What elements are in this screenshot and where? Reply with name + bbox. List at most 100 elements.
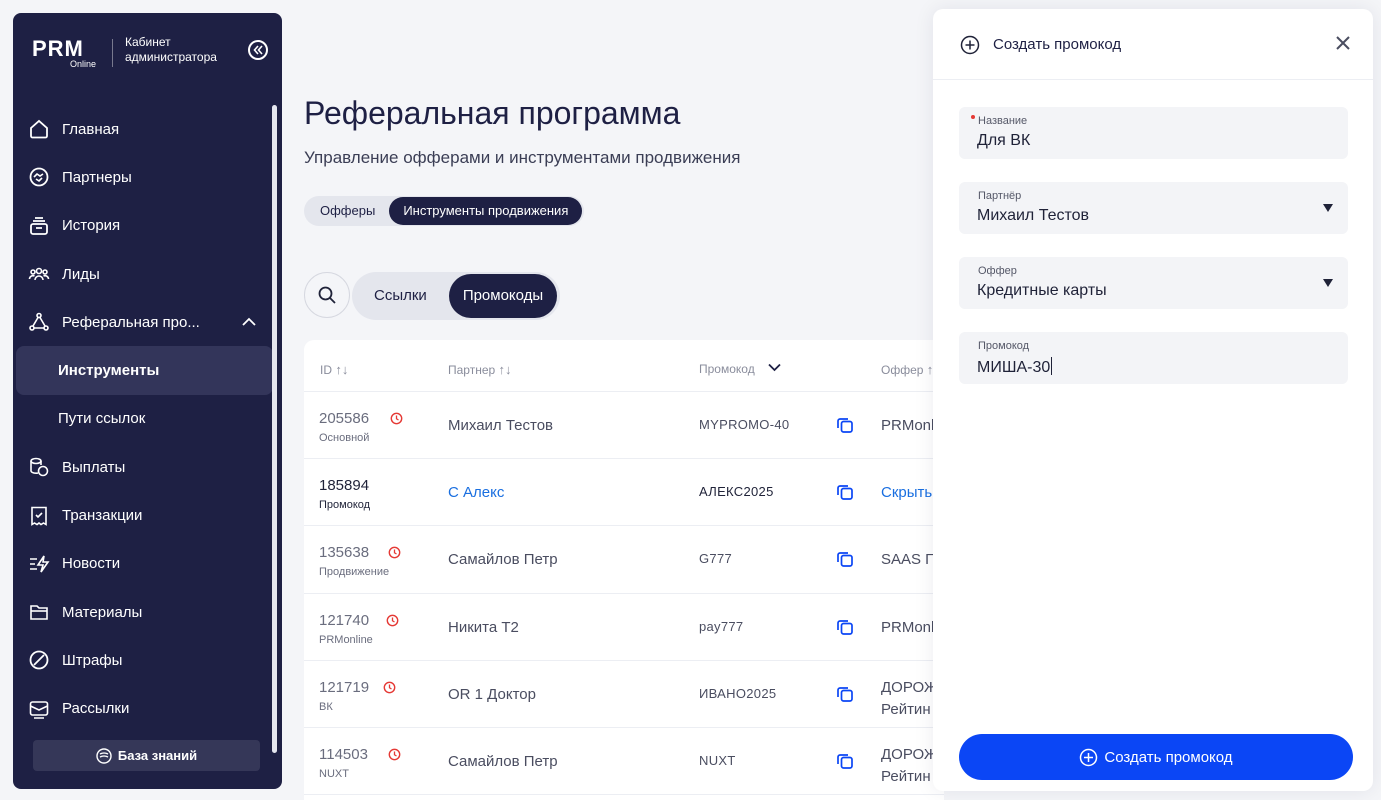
copy-icon[interactable] xyxy=(836,618,854,636)
copy-icon[interactable] xyxy=(836,483,854,501)
logo-divider xyxy=(112,39,113,67)
sidebar-item-label: Пути ссылок xyxy=(58,410,146,428)
sort-icon: ↑↓ xyxy=(498,362,512,377)
tab-offers[interactable]: Офферы xyxy=(304,197,389,225)
copy-icon[interactable] xyxy=(836,752,854,770)
name-field[interactable]: Название Для ВК xyxy=(959,107,1348,159)
sidebar-item-label: Главная xyxy=(62,120,120,138)
logo[interactable]: PRM Online xyxy=(32,38,98,70)
ban-icon xyxy=(28,649,50,671)
row-id: 185894 xyxy=(319,477,370,495)
table-row[interactable]: 114503 NUXT Самайлов Петр NUXT ДОРОЖ Рейт… xyxy=(304,728,944,796)
row-offer-line1: ДОРОЖ xyxy=(881,745,938,763)
knowledge-base-button[interactable]: База знаний xyxy=(33,740,260,771)
table-row[interactable]: 135638 Продвижение Самайлов Петр G777 SA… xyxy=(304,526,944,594)
row-offer-line1: ДОРОЖ xyxy=(881,678,938,696)
offer-select[interactable]: Оффер Кредитные карты xyxy=(959,257,1348,309)
name-field-label: Название xyxy=(978,115,1028,127)
sidebar-item-mailings[interactable]: Рассылки xyxy=(16,685,273,733)
promocodes-table: ID ↑↓ Партнер ↑↓ Промокод Оффер ↑ 205586… xyxy=(304,340,944,800)
collapse-sidebar-button[interactable] xyxy=(248,40,268,60)
sidebar-scroll-thumb[interactable] xyxy=(272,105,277,753)
sidebar-item-label: Партнеры xyxy=(62,168,132,186)
sidebar-item-partners[interactable]: Партнеры xyxy=(16,153,273,201)
partner-select-value: Михаил Тестов xyxy=(977,207,1090,224)
row-id: 135638 xyxy=(319,544,370,562)
row-type: NUXT xyxy=(319,767,349,780)
row-promocode: АЛЕКС2025 xyxy=(699,484,774,500)
partner-select[interactable]: Партнёр Михаил Тестов xyxy=(959,182,1348,234)
sidebar-item-referral[interactable]: Реферальная про... xyxy=(16,298,273,346)
tab-links[interactable]: Ссылки xyxy=(352,274,449,318)
row-offer: SAAS П xyxy=(881,551,936,569)
plus-circle-icon xyxy=(1080,748,1098,766)
plus-circle-icon xyxy=(960,35,980,55)
header-id[interactable]: ID ↑↓ xyxy=(320,362,348,377)
knowledge-base-label: База знаний xyxy=(117,748,198,763)
tab-promo-tools[interactable]: Инструменты продвижения xyxy=(389,197,583,225)
copy-icon[interactable] xyxy=(836,416,854,434)
sidebar-item-tools[interactable]: Инструменты xyxy=(16,346,273,395)
copy-icon[interactable] xyxy=(836,550,854,568)
offer-select-value: Кредитные карты xyxy=(977,282,1107,299)
promocode-field-wrap[interactable]: МИША-30 xyxy=(977,357,1053,377)
promocode-field[interactable]: Промокод МИША-30 xyxy=(959,332,1348,384)
sidebar-item-history[interactable]: История xyxy=(16,202,273,250)
create-promocode-button[interactable]: Создать промокод xyxy=(959,734,1353,780)
sidebar-item-transactions[interactable]: Транзакции xyxy=(16,491,273,539)
sidebar-item-leads[interactable]: Лиды xyxy=(16,250,273,298)
sidebar-item-label: Штрафы xyxy=(62,651,123,669)
copy-icon[interactable] xyxy=(836,685,854,703)
header-partner-label: Партнер xyxy=(448,363,496,377)
search-icon xyxy=(318,286,336,304)
table-header: ID ↑↓ Партнер ↑↓ Промокод Оффер ↑ xyxy=(304,340,944,392)
create-promocode-label: Создать промокод xyxy=(1104,748,1233,766)
sort-icon: ↑↓ xyxy=(335,362,349,377)
table-row[interactable]: 121740 PRMonline Никита Т2 pay777 PRMonl xyxy=(304,594,944,661)
header-offer[interactable]: Оффер ↑ xyxy=(881,362,933,377)
chevron-down-icon[interactable] xyxy=(768,363,781,372)
row-offer-line2: Рейтин xyxy=(881,700,931,718)
home-icon xyxy=(28,118,50,140)
folder-icon xyxy=(28,601,50,623)
clock-icon xyxy=(383,681,396,694)
header-promocode[interactable]: Промокод xyxy=(699,362,755,376)
sidebar-item-news[interactable]: Новости xyxy=(16,540,273,588)
row-partner: Никита Т2 xyxy=(448,618,519,636)
name-field-value[interactable]: Для ВК xyxy=(977,132,1030,150)
coins-icon xyxy=(28,456,50,478)
sidebar-item-label: Инструменты xyxy=(58,362,160,380)
row-type: ВК xyxy=(319,700,333,713)
close-icon[interactable] xyxy=(1334,34,1352,52)
row-partner: Самайлов Петр xyxy=(448,551,558,569)
sidebar-item-materials[interactable]: Материалы xyxy=(16,588,273,636)
sidebar-item-home[interactable]: Главная xyxy=(16,105,273,153)
dropdown-arrow-icon xyxy=(1323,279,1333,287)
double-chevron-left-icon xyxy=(253,45,263,55)
sidebar-item-payouts[interactable]: Выплаты xyxy=(16,443,273,491)
sidebar-scrollbar[interactable] xyxy=(272,105,277,753)
table-row[interactable]: 205586 Основной Михаил Тестов MYPROMO-40… xyxy=(304,392,944,460)
row-partner-link[interactable]: С Алекс xyxy=(448,484,504,501)
main-content: Реферальная программа Управление офферам… xyxy=(304,0,944,800)
tab-promocodes[interactable]: Промокоды xyxy=(448,274,558,318)
table-row[interactable]: 121719 ВК OR 1 Доктор ИВАНО2025 ДОРОЖ Рей… xyxy=(304,661,944,728)
row-id: 121740 xyxy=(319,611,370,629)
sidebar-item-label: Рассылки xyxy=(62,700,130,718)
row-id: 114503 xyxy=(319,745,368,763)
row-partner: OR 1 Доктор xyxy=(448,685,536,703)
row-offer: ДОРОЖ Рейтин xyxy=(881,677,938,721)
sidebar-item-link-paths[interactable]: Пути ссылок xyxy=(16,395,273,443)
search-button[interactable] xyxy=(304,272,350,318)
row-type: Продвижение xyxy=(319,566,390,579)
sidebar-item-fines[interactable]: Штрафы xyxy=(16,636,273,684)
history-icon xyxy=(28,215,50,237)
table-row[interactable]: 185894 Промокод С Алекс АЛЕКС2025 Скрыть xyxy=(304,459,944,527)
sidebar-item-label: Транзакции xyxy=(62,507,143,525)
book-icon xyxy=(96,747,112,764)
row-offer: PRMonl xyxy=(881,618,935,636)
main-tabs: Офферы Инструменты продвижения xyxy=(304,196,585,226)
header-partner[interactable]: Партнер ↑↓ xyxy=(448,362,512,377)
sidebar-nav: Главная Партнеры История Лиды Реферальна… xyxy=(16,105,273,733)
row-offer-link[interactable]: Скрыть xyxy=(881,484,932,501)
